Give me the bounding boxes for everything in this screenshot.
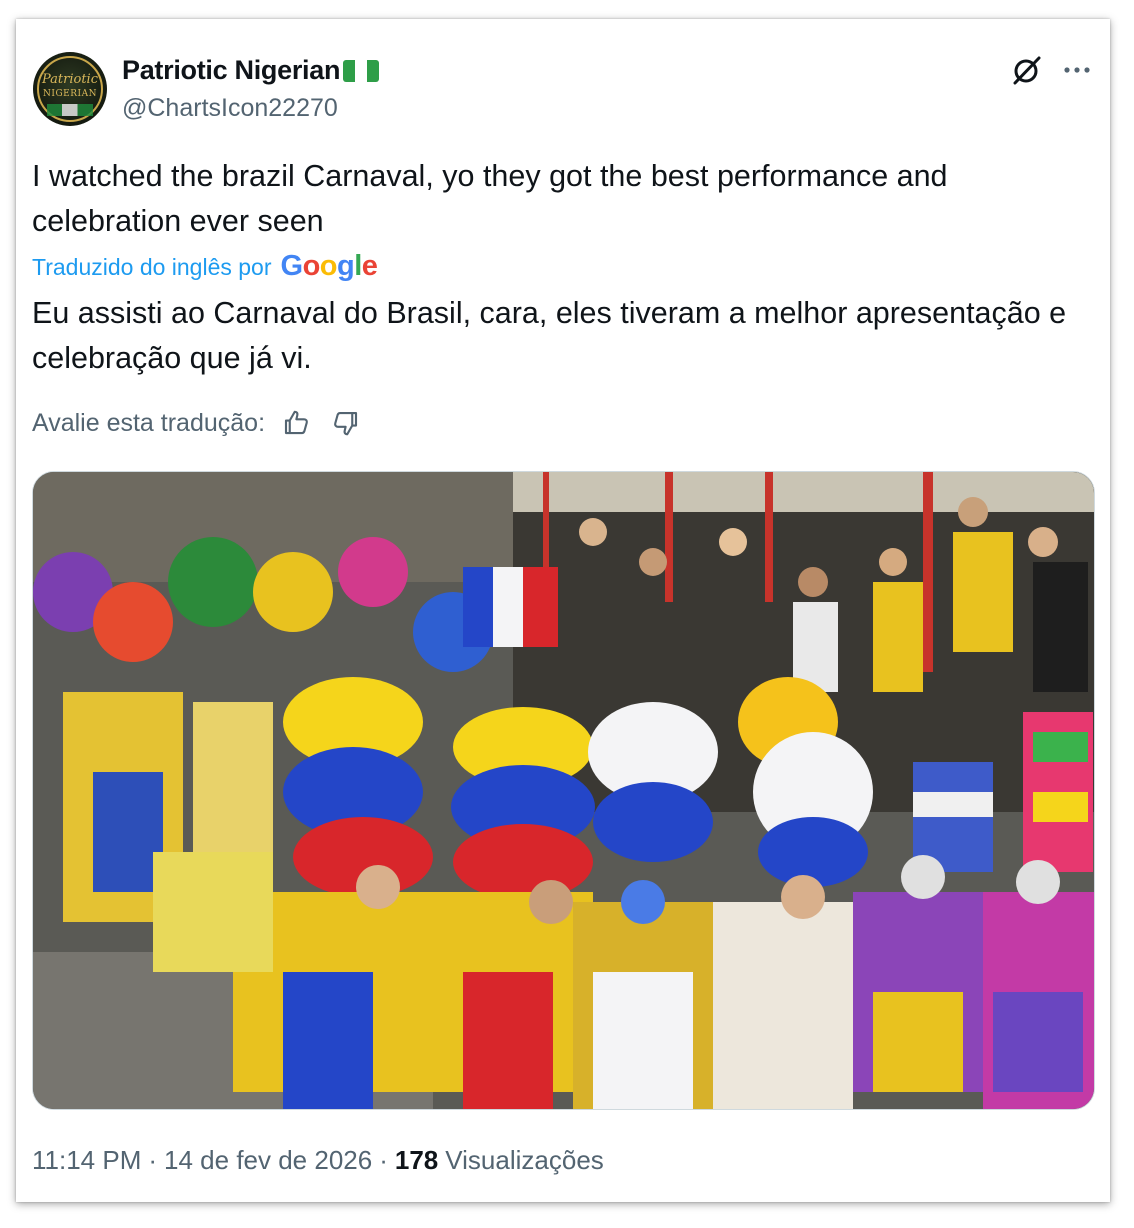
display-name[interactable]: Patriotic Nigerian xyxy=(122,55,340,86)
user-handle[interactable]: @ChartsIcon22270 xyxy=(122,94,338,123)
avatar[interactable]: Patriotic NIGERIAN xyxy=(33,52,107,126)
grok-icon[interactable] xyxy=(1010,53,1044,87)
tweet-time[interactable]: 11:14 PM xyxy=(32,1145,141,1176)
avatar-text-line2: NIGERIAN xyxy=(43,89,97,99)
rate-translation-label: Avalie esta tradução: xyxy=(32,408,266,437)
views-count: 178 xyxy=(394,1145,439,1175)
translated-label[interactable]: Traduzido do inglês por xyxy=(32,254,272,281)
tweet-meta: 11:14 PM · 14 de fev de 2026 · 178 Visua… xyxy=(32,1145,604,1176)
nigeria-flag-icon xyxy=(343,59,380,82)
name-row: Patriotic Nigerian xyxy=(122,55,380,86)
avatar-flag xyxy=(47,104,93,116)
rate-translation-row: Avalie esta tradução: xyxy=(32,408,361,438)
tweet-media-image[interactable] xyxy=(32,471,1095,1110)
views-label: Visualizações xyxy=(445,1145,604,1175)
carnival-photo xyxy=(33,472,1094,1109)
tweet-date[interactable]: 14 de fev de 2026 xyxy=(164,1145,372,1176)
more-icon[interactable] xyxy=(1060,56,1094,84)
tweet-text-translated: Eu assisti ao Carnaval do Brasil, cara, … xyxy=(32,296,1067,375)
avatar-text-line1: Patriotic xyxy=(42,72,98,87)
thumbs-up-icon[interactable] xyxy=(281,408,311,438)
translation-attribution: Traduzido do inglês por Google xyxy=(32,250,378,283)
google-logo: Google xyxy=(280,250,378,282)
meta-separator: · xyxy=(379,1145,388,1175)
thumbs-down-icon[interactable] xyxy=(331,408,361,438)
tweet-text-original: I watched the brazil Carnaval, yo they g… xyxy=(32,159,948,238)
meta-separator: · xyxy=(148,1145,158,1175)
